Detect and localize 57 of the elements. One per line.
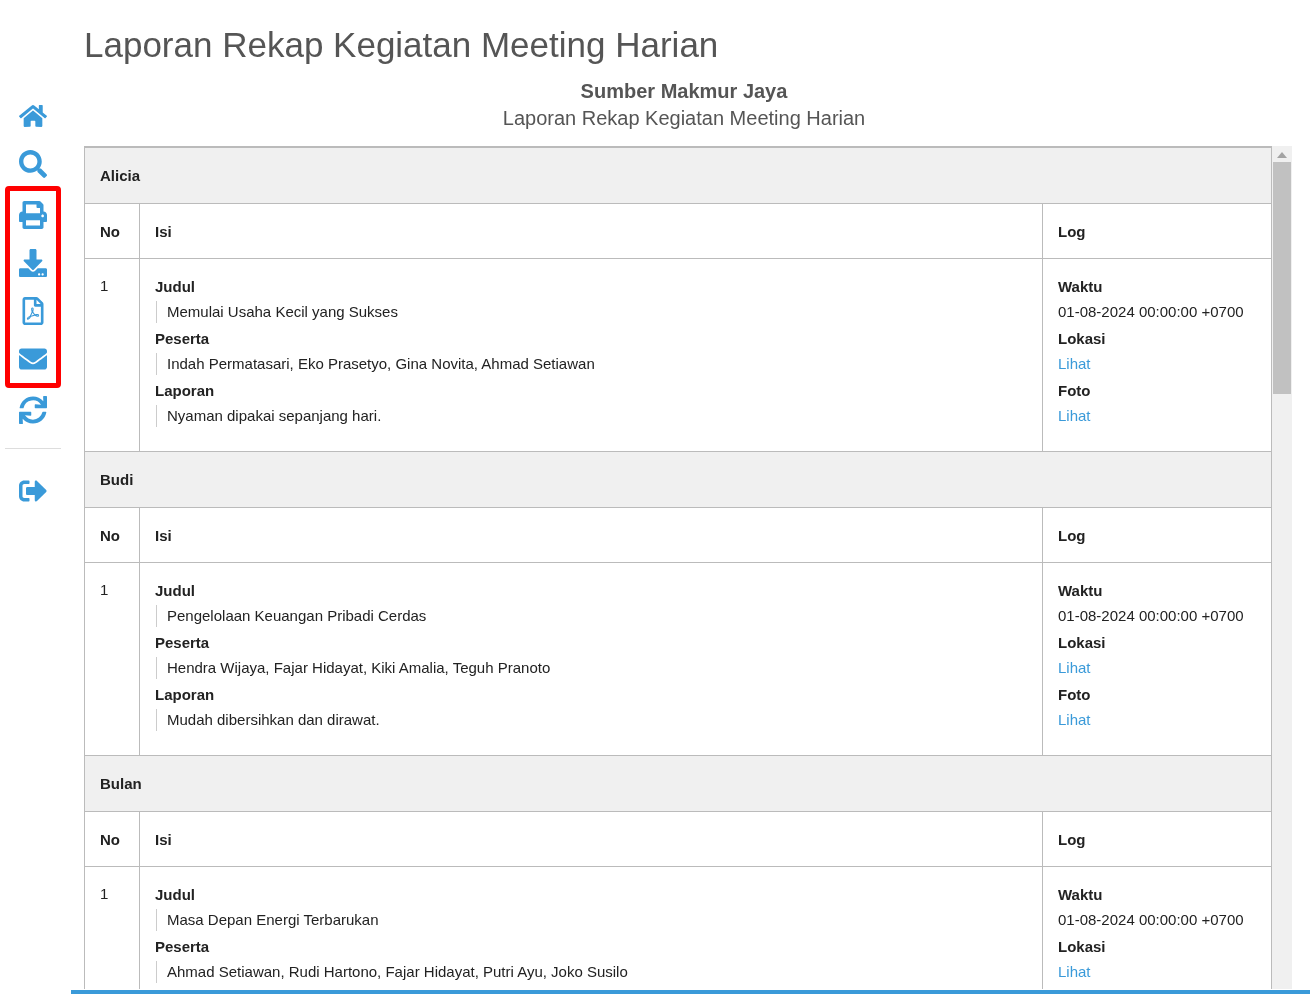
view-link[interactable]: Lihat <box>1058 709 1091 731</box>
field-label: Judul <box>155 581 196 601</box>
field-label: Lokasi <box>1058 329 1107 349</box>
field-value: Hendra Wijaya, Fajar Hidayat, Kiki Amalia, Teguh Pranoto <box>156 657 1027 679</box>
column-header: No <box>85 507 140 563</box>
download-icon[interactable] <box>16 246 50 280</box>
column-header: Log <box>1042 203 1271 259</box>
view-link[interactable]: Lihat <box>1058 657 1091 679</box>
group-header: Alicia <box>85 147 1271 204</box>
field-label: Peserta <box>155 633 211 653</box>
row-number: 1 <box>100 885 109 902</box>
field-value: Ahmad Setiawan, Rudi Hartono, Fajar Hidayat, Putri Ayu, Joko Susilo <box>156 961 1027 983</box>
group-header: Bulan <box>85 755 1271 812</box>
printer-icon[interactable] <box>16 198 50 232</box>
company-name: Sumber Makmur Jaya <box>579 79 789 104</box>
field-label: Lokasi <box>1058 937 1107 957</box>
field-value: 01-08-2024 00:00:00 +0700 <box>1058 302 1245 322</box>
field-label: Judul <box>155 885 196 905</box>
group-header: Budi <box>85 451 1271 508</box>
scroll-up-arrow-icon[interactable] <box>1277 152 1287 158</box>
field-value: Masa Depan Energi Terbarukan <box>156 909 1027 931</box>
field-label: Peserta <box>155 329 211 349</box>
field-value: Pengelolaan Keuangan Pribadi Cerdas <box>156 605 1027 627</box>
field-label: Laporan <box>155 381 216 401</box>
refresh-icon[interactable] <box>16 393 50 427</box>
column-header: Log <box>1042 507 1271 563</box>
row-number: 1 <box>100 277 109 294</box>
field-value: 01-08-2024 00:00:00 +0700 <box>1058 606 1245 626</box>
column-header: Isi <box>139 811 1043 867</box>
row-number: 1 <box>100 581 109 598</box>
field-value: Memulai Usaha Kecil yang Sukses <box>156 301 1027 323</box>
field-label: Foto <box>1058 381 1092 401</box>
field-label: Lokasi <box>1058 633 1107 653</box>
page-title: Laporan Rekap Kegiatan Meeting Harian <box>84 24 720 66</box>
scrollbar[interactable] <box>1272 146 1292 989</box>
report-title: Laporan Rekap Kegiatan Meeting Harian <box>501 106 867 131</box>
field-label: Waktu <box>1058 277 1104 297</box>
field-label: Laporan <box>155 685 216 705</box>
field-value: Indah Permatasari, Eko Prasetyo, Gina Novita, Ahmad Setiawan <box>156 353 1027 375</box>
column-header: No <box>85 811 140 867</box>
column-header: No <box>85 203 140 259</box>
field-label: Waktu <box>1058 885 1104 905</box>
view-link[interactable]: Lihat <box>1058 405 1091 427</box>
view-link[interactable]: Lihat <box>1058 353 1091 375</box>
search-icon[interactable] <box>16 147 50 181</box>
column-header: Log <box>1042 811 1271 867</box>
view-link[interactable]: Lihat <box>1058 961 1091 983</box>
column-header: Isi <box>139 507 1043 563</box>
field-value: Mudah dibersihkan dan dirawat. <box>156 709 1027 731</box>
field-label: Judul <box>155 277 196 297</box>
field-label: Peserta <box>155 937 211 957</box>
column-header: Isi <box>139 203 1043 259</box>
scrollbar-thumb[interactable] <box>1273 162 1291 394</box>
field-value: Nyaman dipakai sepanjang hari. <box>156 405 1027 427</box>
field-label: Foto <box>1058 685 1092 705</box>
field-label: Waktu <box>1058 581 1104 601</box>
field-value: 01-08-2024 00:00:00 +0700 <box>1058 910 1245 930</box>
